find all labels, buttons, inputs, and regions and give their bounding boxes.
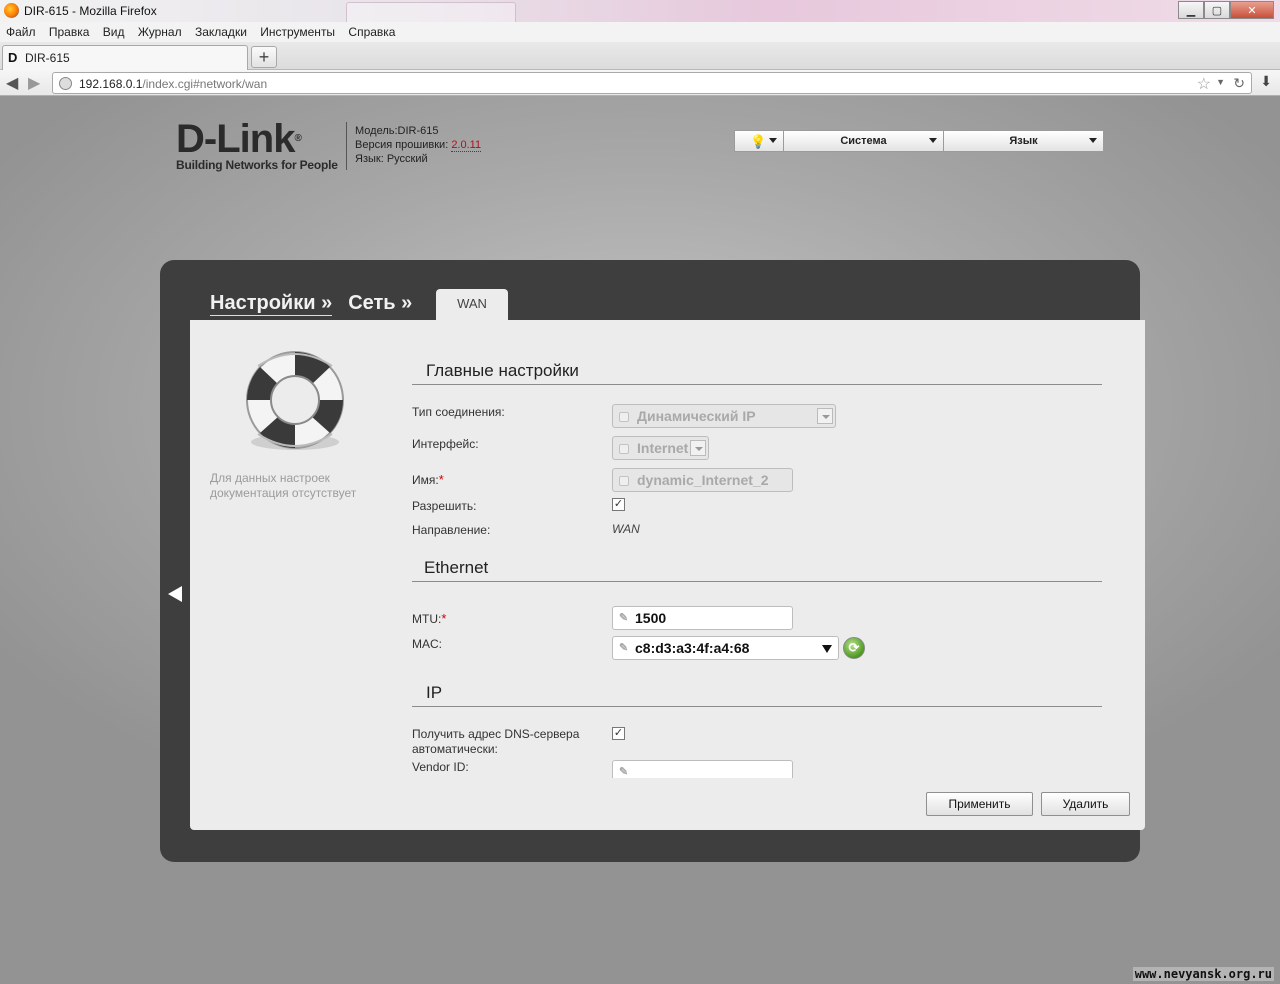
- dns-auto-checkbox[interactable]: ✓: [612, 727, 625, 740]
- history-dropdown-icon[interactable]: ▼: [1216, 77, 1225, 87]
- apply-button[interactable]: Применить: [926, 792, 1033, 816]
- mac-label: MAC:: [412, 637, 442, 651]
- brand-name: D-Link: [176, 117, 295, 161]
- delete-button[interactable]: Удалить: [1041, 792, 1130, 816]
- back-arrow-icon[interactable]: ◀: [6, 73, 18, 93]
- menu-edit[interactable]: Правка: [49, 22, 90, 42]
- pencil-icon: ✎: [619, 642, 629, 654]
- logo-divider: [346, 122, 347, 170]
- chevron-down-icon: [690, 440, 706, 456]
- background-window-tab: [346, 2, 516, 22]
- watermark: www.nevyansk.org.ru: [1132, 967, 1274, 981]
- tab-label: DIR-615: [25, 51, 70, 65]
- device-language: Язык: Русский: [355, 153, 428, 165]
- section-divider: [412, 706, 1102, 707]
- direction-label: Направление:: [412, 523, 491, 537]
- dlink-favicon-icon: D: [8, 50, 18, 65]
- lightbulb-icon: 💡: [750, 134, 767, 149]
- site-identity-icon[interactable]: [59, 77, 72, 90]
- window-controls: ▁ ▢ ✕: [1178, 1, 1274, 19]
- menu-view[interactable]: Вид: [103, 22, 125, 42]
- help-text: Для данных настроек документация отсутст…: [210, 471, 357, 500]
- tab-bar: D DIR-615: [0, 42, 1280, 70]
- device-model: Модель:DIR-615: [355, 125, 439, 137]
- mtu-label: MTU:*: [412, 611, 447, 626]
- enable-label: Разрешить:: [412, 499, 477, 513]
- mtu-input[interactable]: ✎ 1500: [612, 606, 793, 630]
- mac-combobox[interactable]: ✎ c8:d3:a3:4f:a4:68: [612, 636, 839, 660]
- field-marker-icon: [619, 476, 629, 486]
- tab-dir615[interactable]: D DIR-615: [2, 45, 248, 70]
- firefox-icon: [4, 3, 19, 18]
- section-title-ethernet: Ethernet: [424, 558, 489, 577]
- reload-icon[interactable]: ↻: [1233, 75, 1245, 92]
- refresh-mac-button[interactable]: ⟳: [843, 637, 865, 659]
- menu-history[interactable]: Журнал: [138, 22, 182, 42]
- interface-label: Интерфейс:: [412, 437, 479, 451]
- menu-tools[interactable]: Инструменты: [260, 22, 335, 42]
- section-title-ip: IP: [426, 683, 443, 702]
- address-url[interactable]: 192.168.0.1/index.cgi#network/wan: [79, 77, 267, 91]
- lifebuoy-help-icon: [246, 351, 344, 450]
- chevron-down-icon: [769, 138, 777, 143]
- name-field: dynamic_Internet_2: [612, 468, 793, 492]
- breadcrumb-network[interactable]: Сеть »: [348, 292, 412, 314]
- minimize-button[interactable]: ▁: [1178, 1, 1204, 19]
- refresh-icon: ⟳: [848, 640, 860, 655]
- bookmark-star-icon[interactable]: ☆: [1197, 74, 1211, 94]
- enable-checkbox[interactable]: ✓: [612, 498, 625, 511]
- tab-wan[interactable]: WAN: [436, 289, 508, 321]
- brand-tagline: Building Networks for People: [176, 158, 338, 172]
- registered-mark: ®: [294, 133, 301, 144]
- window-titlebar: DIR-615 - Mozilla Firefox ▁ ▢ ✕: [0, 0, 1280, 22]
- hint-menu[interactable]: 💡: [734, 130, 784, 152]
- maximize-button[interactable]: ▢: [1204, 1, 1230, 19]
- section-divider: [412, 581, 1102, 582]
- interface-select: Internet: [612, 436, 709, 460]
- vendor-id-label: Vendor ID:: [412, 760, 469, 774]
- chevron-down-icon: [929, 138, 937, 143]
- collapse-arrow-icon[interactable]: [168, 586, 182, 602]
- firmware-version: Версия прошивки: 2.0.11: [355, 139, 482, 152]
- pencil-icon: ✎: [619, 612, 629, 624]
- required-mark: *: [438, 472, 444, 487]
- breadcrumb: Настройки » Сеть »: [210, 292, 412, 316]
- chevron-down-icon: [1089, 138, 1097, 143]
- system-menu[interactable]: Система: [784, 130, 944, 152]
- close-button[interactable]: ✕: [1230, 1, 1274, 19]
- section-title-main: Главные настройки: [426, 361, 579, 380]
- chevron-down-icon: [817, 408, 833, 424]
- forward-arrow-icon[interactable]: ▶: [28, 73, 40, 93]
- firmware-version-link[interactable]: 2.0.11: [451, 139, 482, 152]
- device-info: Модель:DIR-615 Версия прошивки: 2.0.11 Я…: [355, 124, 482, 166]
- connection-type-label: Тип соединения:: [412, 405, 505, 419]
- language-menu[interactable]: Язык: [944, 130, 1104, 152]
- menu-help[interactable]: Справка: [348, 22, 395, 42]
- pencil-icon: ✎: [619, 766, 629, 778]
- menubar: Файл Правка Вид Журнал Закладки Инструме…: [0, 22, 1280, 42]
- connection-type-select: Динамический IP: [612, 404, 836, 428]
- name-label: Имя:*: [412, 472, 444, 487]
- chevron-down-icon[interactable]: [822, 645, 832, 653]
- new-tab-button[interactable]: +: [251, 46, 277, 68]
- window-title: DIR-615 - Mozilla Firefox: [24, 4, 157, 18]
- required-mark: *: [441, 611, 447, 626]
- navigation-bar: ◀ ▶ 192.168.0.1/index.cgi#network/wan ☆ …: [0, 70, 1280, 96]
- section-divider: [412, 384, 1102, 385]
- direction-value: WAN: [612, 522, 640, 536]
- menu-file[interactable]: Файл: [6, 22, 36, 42]
- menu-bookmarks[interactable]: Закладки: [195, 22, 247, 42]
- select-marker-icon: [619, 444, 629, 454]
- top-menu: 💡 Система Язык: [734, 130, 1104, 152]
- dns-auto-label: Получить адрес DNS-сервера автоматически…: [412, 727, 580, 756]
- downloads-arrow-icon[interactable]: ⬇: [1260, 73, 1272, 90]
- vendor-id-input[interactable]: ✎: [612, 760, 793, 778]
- dlink-logo: D-Link® Building Networks for People: [176, 117, 338, 172]
- select-marker-icon: [619, 412, 629, 422]
- address-bar[interactable]: 192.168.0.1/index.cgi#network/wan ☆ ▼ ↻: [52, 72, 1252, 94]
- breadcrumb-settings[interactable]: Настройки »: [210, 292, 333, 316]
